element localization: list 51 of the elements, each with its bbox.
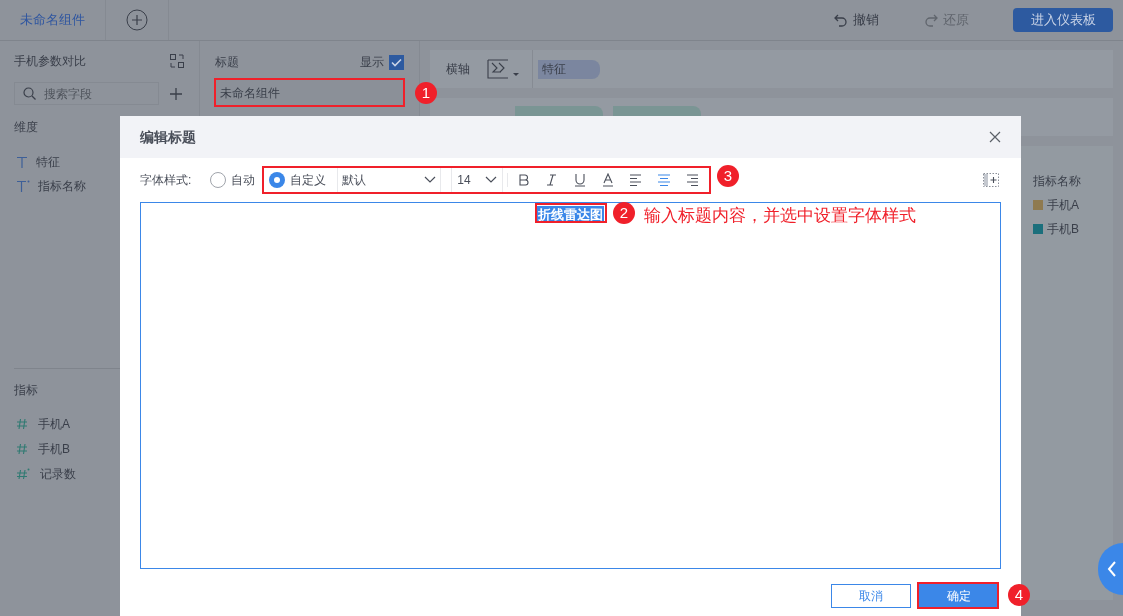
undo-button[interactable]: 撤销 — [833, 10, 879, 30]
chevron-down-icon — [424, 176, 437, 184]
title-label: 标题 — [215, 54, 239, 71]
chevron-down-icon — [485, 176, 498, 184]
confirm-button[interactable]: 确定 — [919, 584, 999, 608]
insert-field-icon[interactable] — [983, 173, 999, 187]
section-label: 指标 — [14, 382, 39, 399]
chart-type-icon[interactable] — [486, 57, 522, 81]
add-icon[interactable] — [169, 86, 183, 101]
switch-dataset-icon[interactable] — [169, 53, 185, 69]
close-icon[interactable] — [989, 131, 1001, 143]
undo-icon — [833, 12, 849, 28]
dialog-title: 编辑标题 — [140, 127, 196, 147]
font-select[interactable]: 默认 — [337, 168, 442, 192]
search-field[interactable]: 搜索字段 — [44, 84, 144, 103]
size-select[interactable]: 14 — [451, 168, 504, 192]
legend-label: 手机B — [1047, 221, 1079, 238]
calculated-number-field-icon — [16, 468, 30, 480]
legend-title: 指标名称 — [1033, 173, 1082, 190]
redo-icon — [923, 12, 939, 28]
align-right-icon[interactable] — [685, 173, 700, 187]
legend-label: 手机A — [1047, 197, 1079, 214]
show-checkbox[interactable] — [389, 54, 404, 70]
search-field[interactable]: 搜索字段 — [14, 82, 159, 105]
cancel-button[interactable]: 取消 — [831, 584, 911, 608]
radio-option[interactable]: 自动 — [210, 170, 256, 190]
align-center-icon[interactable] — [657, 173, 672, 187]
font-style-label: 字体样式: — [140, 172, 192, 189]
step-badge: 1 — [415, 82, 437, 104]
check-icon — [391, 57, 402, 67]
underline-icon[interactable] — [573, 173, 588, 187]
annotation-text: 输入标题内容，并选中设置字体样式 — [644, 205, 916, 227]
add-tab-icon[interactable] — [126, 9, 148, 31]
show-label: 显示 — [360, 54, 384, 71]
axis-label: 横轴 — [446, 61, 471, 78]
search-icon — [23, 87, 36, 100]
text-field-icon — [16, 156, 28, 168]
tab[interactable]: 未命名组件 — [0, 0, 106, 40]
radio-option[interactable]: 自定义 — [269, 170, 327, 190]
field-chip[interactable]: 特征 — [538, 59, 600, 79]
field-item[interactable]: 特征 — [14, 154, 185, 170]
font-color-icon[interactable] — [601, 173, 616, 187]
dataset-title: 手机参数对比 — [14, 53, 86, 70]
enter-dashboard-button[interactable]: 进入仪表板 — [1013, 8, 1113, 32]
calculated-text-field-icon — [16, 180, 30, 192]
section-label: 维度 — [14, 119, 39, 136]
number-field-icon — [16, 443, 28, 455]
chevron-left-icon — [1107, 560, 1117, 578]
number-field-icon — [16, 418, 28, 430]
bold-icon[interactable] — [517, 173, 532, 187]
align-left-icon[interactable] — [629, 173, 644, 187]
